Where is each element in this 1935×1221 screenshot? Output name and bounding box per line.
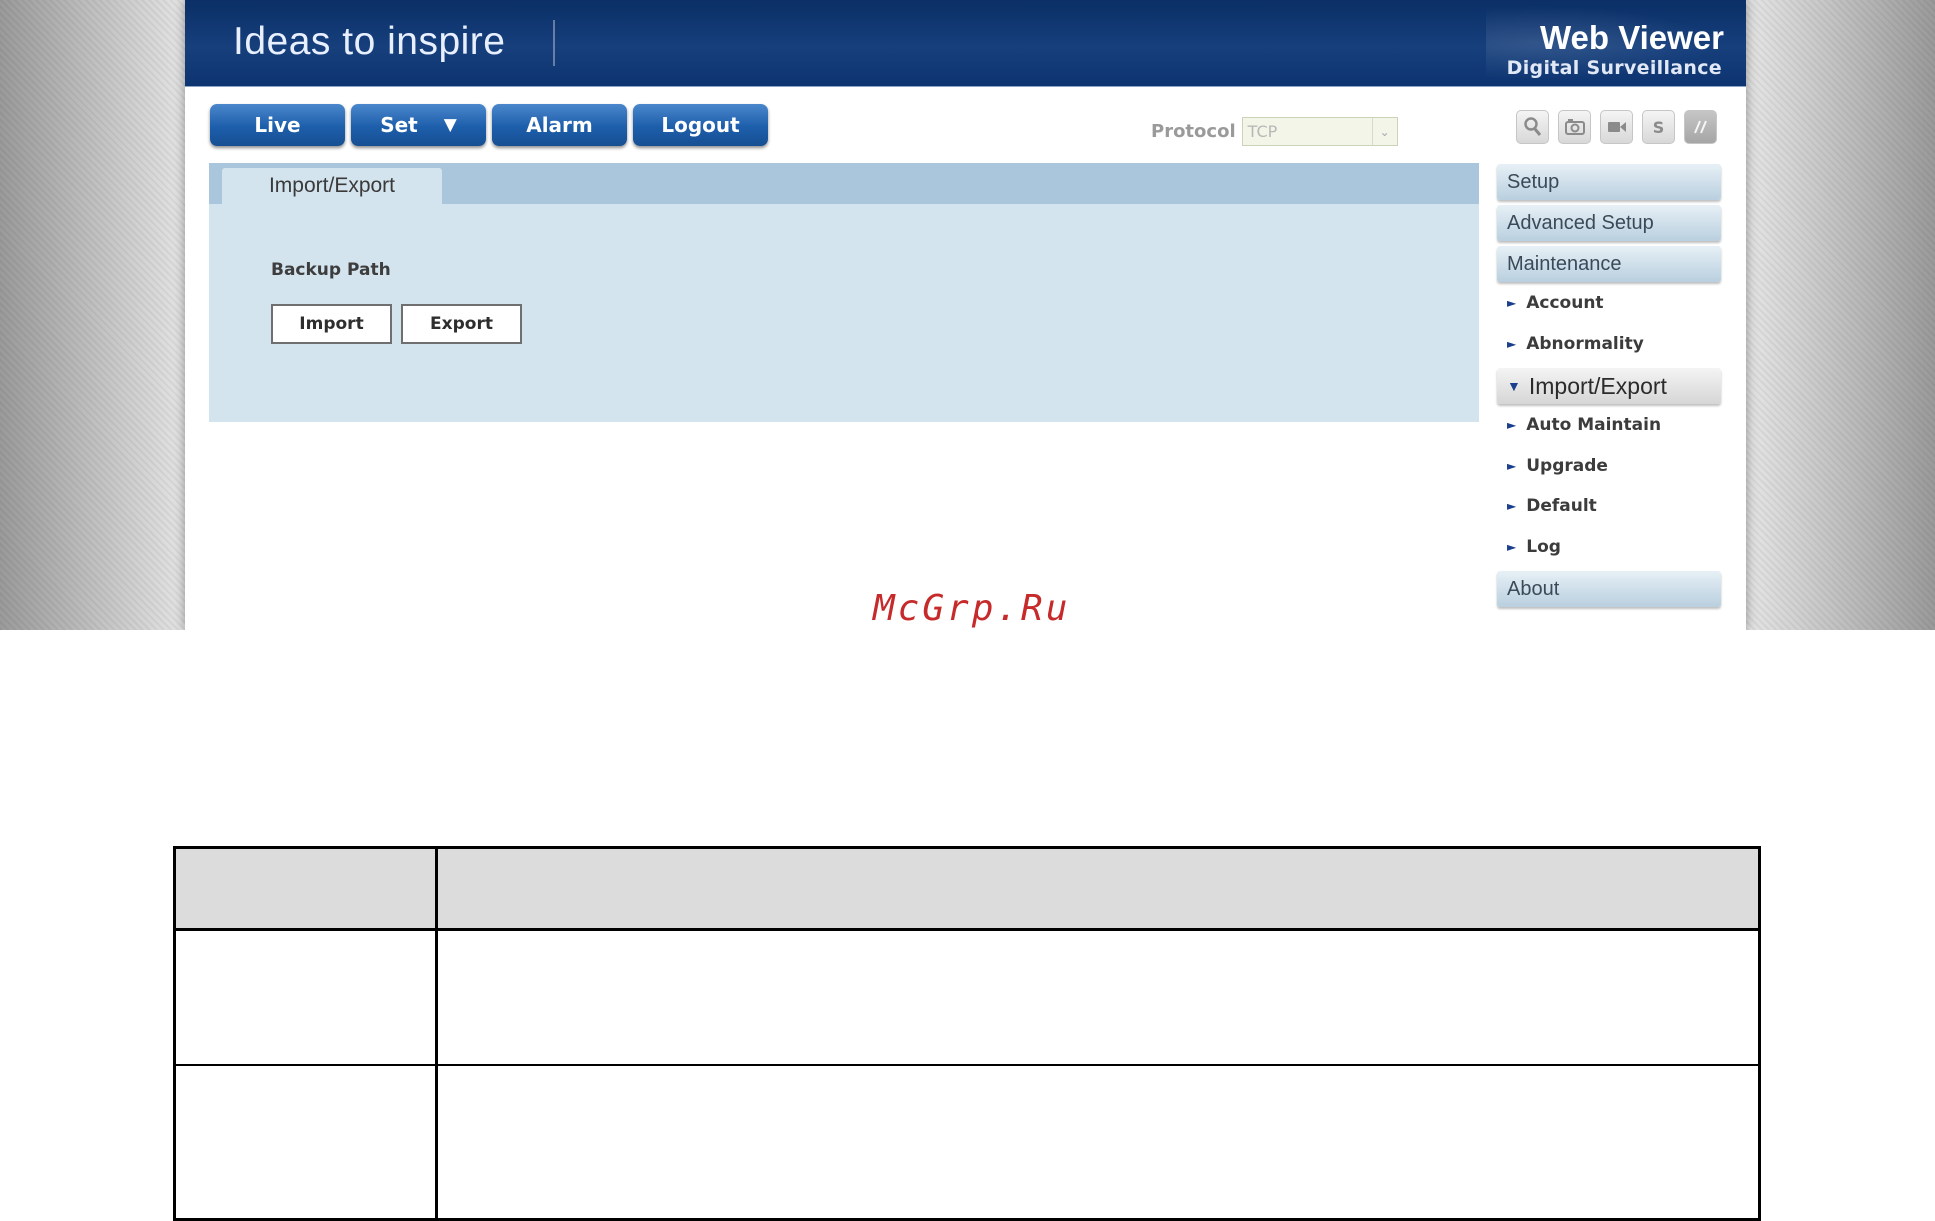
- table-border-right: [1758, 846, 1761, 1221]
- sidebar-item-label: Upgrade: [1526, 456, 1608, 476]
- search-icon[interactable]: [1516, 110, 1549, 144]
- tab-import-export[interactable]: Import/Export: [222, 168, 442, 204]
- watermark: McGrp.Ru: [873, 588, 1071, 629]
- document-table: [173, 846, 1761, 1221]
- s-icon[interactable]: S: [1642, 110, 1675, 144]
- sidebar-item-default[interactable]: ► Default: [1507, 493, 1597, 519]
- banner-divider: [553, 20, 555, 66]
- logout-button[interactable]: Logout: [633, 104, 768, 146]
- sidebar-item-abnormality[interactable]: ► Abnormality: [1507, 331, 1644, 357]
- caret-right-icon: ►: [1507, 337, 1517, 351]
- panel-tab-bar: Import/Export: [209, 163, 1479, 204]
- protocol-select[interactable]: TCP ⌄: [1241, 117, 1398, 146]
- snapshot-icon[interactable]: [1558, 110, 1591, 144]
- sidebar-item-log[interactable]: ► Log: [1507, 534, 1561, 560]
- sidebar-item-maintenance[interactable]: Maintenance: [1497, 246, 1721, 282]
- live-button-label: Live: [254, 113, 301, 137]
- table-border-top: [173, 846, 1761, 849]
- chevron-down-icon: ▼: [443, 115, 457, 135]
- caret-right-icon: ►: [1507, 418, 1517, 432]
- table-row-divider: [173, 928, 1761, 931]
- table-row: [173, 1064, 1761, 1221]
- table-header-row: [173, 846, 1761, 928]
- sidebar-item-about[interactable]: About: [1497, 571, 1721, 607]
- import-button[interactable]: Import: [271, 304, 392, 344]
- table-column-divider: [435, 846, 438, 1221]
- sidebar-item-advanced-setup[interactable]: Advanced Setup: [1497, 205, 1721, 241]
- set-button-label: Set: [380, 113, 418, 137]
- sidebar-item-setup[interactable]: Setup: [1497, 164, 1721, 200]
- sidebar-item-label: Abnormality: [1526, 334, 1644, 354]
- sidebar-item-label: Log: [1526, 537, 1561, 557]
- protocol-control: Protocol TCP ⌄: [1151, 117, 1398, 146]
- caret-down-icon: ▼: [1507, 378, 1521, 394]
- web-viewer-window: Ideas to inspire Web Viewer Digital Surv…: [185, 0, 1746, 630]
- caret-right-icon: ►: [1507, 296, 1517, 310]
- brand-slogan: Ideas to inspire: [233, 20, 506, 63]
- fullscreen-icon[interactable]: [1684, 110, 1717, 144]
- sidebar-item-label: Account: [1526, 293, 1604, 313]
- header-banner: Ideas to inspire Web Viewer Digital Surv…: [185, 0, 1746, 87]
- sidebar-item-upgrade[interactable]: ► Upgrade: [1507, 453, 1608, 479]
- screenshot: Ideas to inspire Web Viewer Digital Surv…: [0, 0, 1935, 630]
- caret-right-icon: ►: [1507, 540, 1517, 554]
- sidebar-item-label: Import/Export: [1528, 372, 1667, 399]
- chevron-down-icon: ⌄: [1371, 118, 1397, 145]
- protocol-label: Protocol: [1151, 121, 1236, 142]
- app-subtitle: Digital Surveillance: [1506, 57, 1722, 79]
- app-title: Web Viewer: [1539, 19, 1724, 56]
- sidebar-item-auto-maintain[interactable]: ► Auto Maintain: [1507, 412, 1661, 438]
- set-button[interactable]: Set ▼: [351, 104, 486, 146]
- live-button[interactable]: Live: [210, 104, 345, 146]
- import-export-panel: Import/Export Backup Path Import Export: [209, 163, 1479, 422]
- alarm-button-label: Alarm: [526, 113, 593, 137]
- s-icon-label: S: [1652, 117, 1665, 137]
- backup-path-label: Backup Path: [271, 260, 391, 280]
- sidebar-item-import-export[interactable]: ▼ Import/Export: [1497, 368, 1721, 404]
- sidebar-item-account[interactable]: ► Account: [1507, 290, 1604, 316]
- logout-button-label: Logout: [661, 113, 740, 137]
- record-icon[interactable]: [1600, 110, 1633, 144]
- caret-right-icon: ►: [1507, 499, 1517, 513]
- caret-right-icon: ►: [1507, 459, 1517, 473]
- table-border-left: [173, 846, 176, 1221]
- sidebar-item-label: Default: [1526, 496, 1597, 516]
- table-row-divider: [173, 1064, 1761, 1066]
- table-row: [173, 928, 1761, 1064]
- export-button[interactable]: Export: [401, 304, 522, 344]
- alarm-button[interactable]: Alarm: [492, 104, 627, 146]
- sidebar-item-label: Auto Maintain: [1526, 415, 1662, 435]
- protocol-value: TCP: [1247, 122, 1278, 141]
